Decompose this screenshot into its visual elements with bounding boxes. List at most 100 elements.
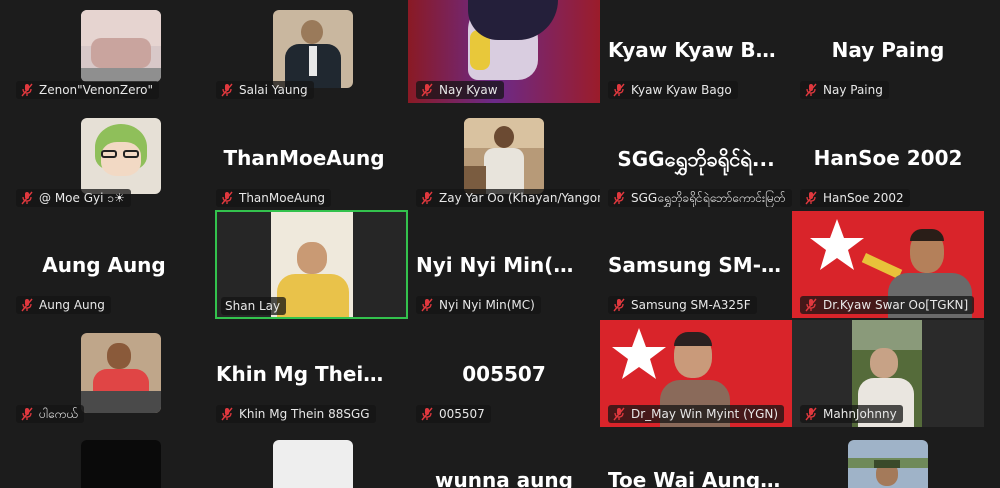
participant-display-name: 005507 [462,362,546,386]
participant-name-label: Dr_May Win Myint (YGN) [608,405,785,423]
participant-avatar [273,10,353,88]
participant-tile[interactable] [792,430,984,488]
participant-display-name: Samsung SM-A... [608,253,792,277]
participant-name-label: Nyi Nyi Min(MC) [416,296,541,314]
participant-display-name: SGGရွှေဘိုခရိုင်ရဲ... [617,147,775,171]
participant-display-name: ThanMoeAung [223,146,385,170]
participant-name-label: ThanMoeAung [216,189,332,207]
participant-tile[interactable]: Samsung SM-A... Samsung SM-A325F [600,211,792,318]
participant-name: Khin Mg Thein 88SGG [239,407,370,421]
participant-display-name: Toe Wai Aung(... [608,468,792,488]
participant-avatar [81,10,161,82]
participant-avatar [81,440,161,488]
mic-muted-icon [613,83,625,97]
mic-muted-icon [21,407,33,421]
participant-tile[interactable]: Dr.Kyaw Swar Oo[TGKN] [792,211,984,318]
participant-name: Aung Aung [39,298,105,312]
participant-name-label: MahnJohnny [800,405,903,423]
participant-tile[interactable]: Kyaw Kyaw Bago Kyaw Kyaw Bago [600,0,792,103]
participant-name: Nyi Nyi Min(MC) [439,298,535,312]
participant-tile[interactable]: @ Moe Gyi ၁☀ [8,108,200,211]
participant-tile[interactable]: Aung Aung Aung Aung [8,211,200,318]
participant-tile[interactable]: Nay Paing Nay Paing [792,0,984,103]
participant-tile[interactable] [208,430,400,488]
participant-tile[interactable]: Toe Wai Aung(... [600,430,792,488]
participant-tile[interactable]: Dr_May Win Myint (YGN) [600,320,792,427]
participant-name: SGGရွှေဘိုခရိုင်ရဲဘော်ကောင်းမြတ် [631,191,786,205]
mic-muted-icon [21,298,33,312]
participant-name-label: Khin Mg Thein 88SGG [216,405,376,423]
mic-muted-icon [805,407,817,421]
video-gallery-grid: Zenon"VenonZero" Salai Yaung Nay Kyaw Ky… [0,0,1000,488]
participant-name-label: Nay Paing [800,81,889,99]
participant-name: 005507 [439,407,485,421]
participant-name: Zay Yar Oo (Khayan/Yangon) [439,191,600,205]
participant-name: Salai Yaung [239,83,308,97]
participant-name-label: Dr.Kyaw Swar Oo[TGKN] [800,296,975,314]
mic-muted-icon [805,191,817,205]
participant-tile[interactable]: ThanMoeAung ThanMoeAung [208,108,400,211]
participant-name-label: Salai Yaung [216,81,314,99]
participant-tile[interactable]: 005507 005507 [408,320,600,427]
mic-muted-icon [613,191,625,205]
mic-muted-icon [221,191,233,205]
participant-display-name: Khin Mg Thein... [216,362,400,386]
participant-name-label: @ Moe Gyi ၁☀ [16,189,131,207]
participant-name: Dr_May Win Myint (YGN) [631,407,779,421]
participant-display-name: Nyi Nyi Min(MC) [416,253,598,277]
participant-name-label: Nay Kyaw [416,81,504,99]
participant-tile[interactable]: Nyi Nyi Min(MC) Nyi Nyi Min(MC) [408,211,600,318]
participant-name: ပါကေယ် [39,407,78,421]
participant-tile[interactable]: Khin Mg Thein... Khin Mg Thein 88SGG [208,320,400,427]
mic-muted-icon [805,83,817,97]
participant-name: Samsung SM-A325F [631,298,751,312]
participant-tile[interactable]: Salai Yaung [208,0,400,103]
participant-name-label: Zenon"VenonZero" [16,81,160,99]
mic-muted-icon [221,407,233,421]
participant-name-label: Samsung SM-A325F [608,296,757,314]
participant-avatar [273,440,353,488]
participant-avatar [81,333,161,413]
mic-muted-icon [21,191,33,205]
participant-tile[interactable] [8,430,200,488]
mic-muted-icon [421,298,433,312]
participant-name: @ Moe Gyi ၁☀ [39,191,125,205]
participant-name-label: 005507 [416,405,491,423]
participant-name: Nay Kyaw [439,83,498,97]
participant-tile[interactable]: SGGရွှေဘိုခရိုင်ရဲ... SGGရွှေဘိုခရိုင်ရဲ… [600,108,792,211]
participant-name-label: Aung Aung [16,296,111,314]
participant-name-label: Shan Lay [221,297,287,315]
mic-muted-icon [613,298,625,312]
participant-tile[interactable]: HanSoe 2002 HanSoe 2002 [792,108,984,211]
mic-muted-icon [221,83,233,97]
participant-avatar [848,440,928,488]
star-flag-icon [612,328,666,379]
participant-tile[interactable]: Nay Kyaw [408,0,600,103]
participant-name: Shan Lay [225,299,281,313]
participant-avatar [464,118,544,194]
participant-display-name: wunna aung [435,468,573,488]
participant-name: Zenon"VenonZero" [39,83,154,97]
participant-name: HanSoe 2002 [823,191,904,205]
mic-muted-icon [421,407,433,421]
active-speaker-tile[interactable]: Shan Lay [215,210,408,319]
mic-muted-icon [613,407,625,421]
participant-display-name: HanSoe 2002 [813,146,963,170]
participant-name: Dr.Kyaw Swar Oo[TGKN] [823,298,969,312]
participant-tile[interactable]: ပါကေယ် [8,320,200,427]
mic-muted-icon [805,298,817,312]
participant-name-label: Zay Yar Oo (Khayan/Yangon) [416,189,600,207]
participant-name: Kyaw Kyaw Bago [631,83,732,97]
participant-tile[interactable]: MahnJohnny [792,320,984,427]
participant-name-label: SGGရွှေဘိုခရိုင်ရဲဘော်ကောင်းမြတ် [608,189,792,207]
star-flag-icon [810,219,864,270]
participant-tile[interactable]: Zay Yar Oo (Khayan/Yangon) [408,108,600,211]
participant-display-name: Aung Aung [42,253,166,277]
participant-name-label: Kyaw Kyaw Bago [608,81,738,99]
participant-tile[interactable]: wunna aung [408,430,600,488]
participant-tile[interactable]: Zenon"VenonZero" [8,0,200,103]
participant-name: Nay Paing [823,83,883,97]
mic-muted-icon [21,83,33,97]
mic-muted-icon [421,83,433,97]
participant-name: MahnJohnny [823,407,897,421]
